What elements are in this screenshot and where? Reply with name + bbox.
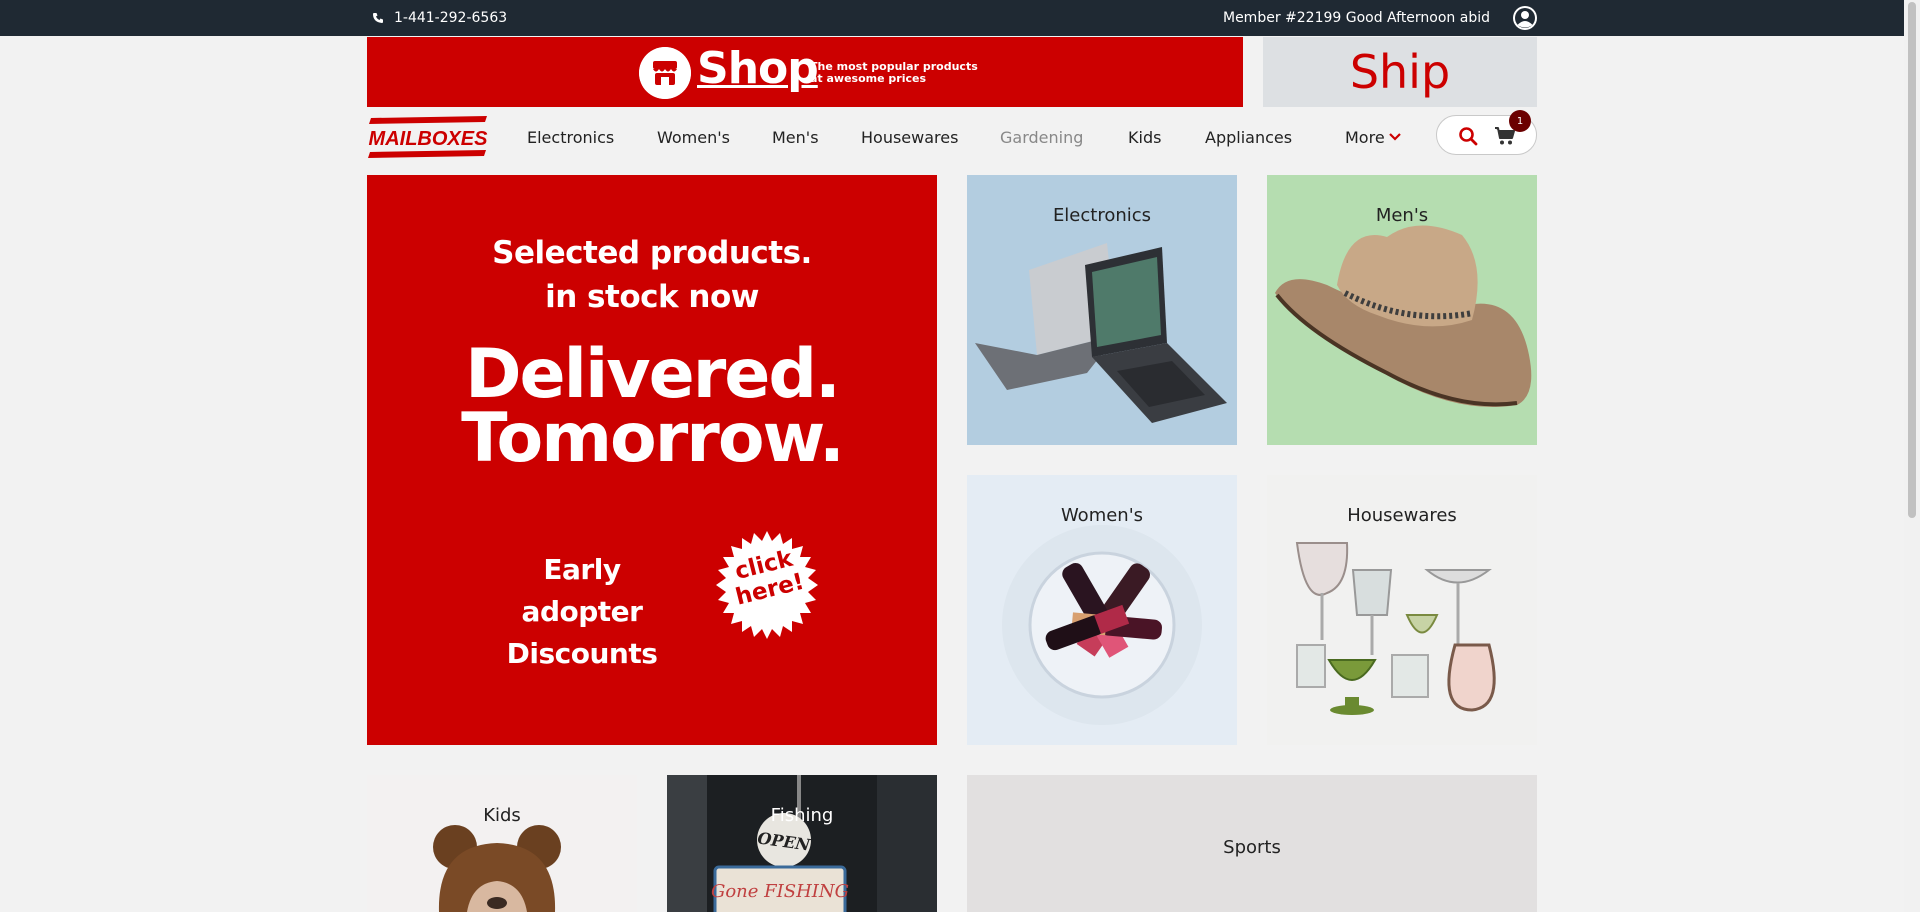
early-line-1: Early adopter [521,553,643,628]
ship-banner[interactable]: Ship [1263,37,1537,107]
logo-text: MAILBOXES [369,128,489,150]
category-tile-mens[interactable]: Men's [1267,175,1537,445]
gone-fishing-sign-image-icon: OPEN Gone FISHING [667,775,937,912]
category-tile-electronics[interactable]: Electronics [967,175,1237,445]
tile-title-sports: Sports [1223,837,1281,858]
nav-gardening[interactable]: Gardening [1000,122,1083,152]
cart-count-badge: 1 [1509,110,1531,132]
hero-tomorrow: Tomorrow. [461,399,845,478]
phone-number[interactable]: 1-441-292-6563 [394,10,507,26]
top-bar: 1-441-292-6563 Member #22199 Good Aftern… [0,0,1920,36]
member-greeting: Member #22199 Good Afternoon abid [1222,10,1490,26]
hero-line-1: Selected products. [492,235,812,271]
tile-title-housewares: Housewares [1347,505,1457,526]
category-tile-housewares[interactable]: Housewares [1267,475,1537,745]
search-icon[interactable] [1458,126,1478,146]
store-icon [639,47,691,99]
mailboxes-logo[interactable]: MAILBOXES [367,114,489,160]
user-circle-icon[interactable] [1512,5,1538,31]
hero-line-2: in stock now [545,279,759,315]
nav-electronics[interactable]: Electronics [527,122,614,152]
dog-in-bear-costume-image-icon [433,825,561,912]
early-line-2: Discounts [506,637,658,670]
phone-icon [373,13,383,23]
page-scrollbar[interactable] [1904,0,1920,912]
nav-kids[interactable]: Kids [1128,122,1161,152]
nav-more[interactable]: More [1345,122,1401,152]
tile-title-kids: Kids [483,805,521,826]
nav-housewares[interactable]: Housewares [861,122,958,152]
phone-contact[interactable]: 1-441-292-6563 [372,0,507,36]
nav-mens[interactable]: Men's [772,122,819,152]
hero-promo[interactable]: Selected products. in stock now Delivere… [367,175,937,745]
tile-title-womens: Women's [1060,505,1144,526]
shop-link[interactable]: Shop [697,43,819,94]
tile-title-fishing: Fishing [770,805,834,826]
ship-link[interactable]: Ship [1350,45,1450,99]
tile-title-mens: Men's [1375,205,1429,226]
category-tile-kids[interactable]: Kids [367,775,637,912]
tile-title-electronics: Electronics [1052,205,1152,226]
category-tile-womens[interactable]: Women's [967,475,1237,745]
chevron-down-icon [1388,133,1401,141]
nav-appliances[interactable]: Appliances [1205,122,1292,152]
hero-early-adopter: Early adopter Discounts [487,549,677,675]
scrollbar-thumb[interactable] [1908,2,1916,518]
gone-fishing-text: Gone FISHING [711,881,849,902]
nav-more-label: More [1345,127,1385,147]
shop-banner[interactable]: Shop The most popular products at awesom… [367,37,1243,107]
nav-womens[interactable]: Women's [657,122,730,152]
shop-tagline: The most popular products at awesome pri… [810,60,978,85]
category-tile-fishing[interactable]: OPEN Gone FISHING Fishing [667,775,937,912]
category-tile-sports[interactable]: Sports [967,775,1537,912]
